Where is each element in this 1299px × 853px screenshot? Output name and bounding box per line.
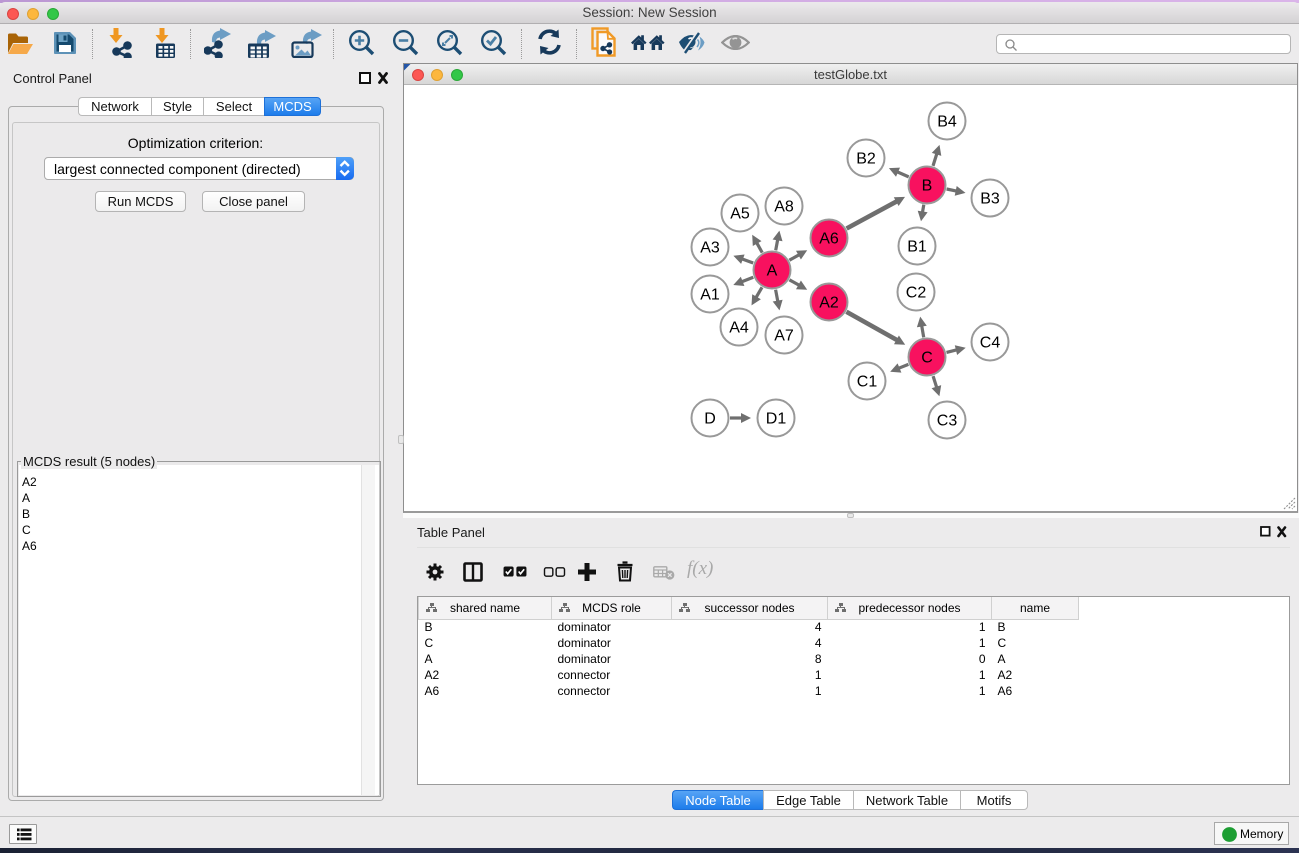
svg-text:A2: A2	[819, 295, 839, 312]
svg-text:B: B	[922, 178, 933, 195]
svg-text:C3: C3	[937, 413, 958, 430]
svg-text:A7: A7	[774, 328, 794, 345]
svg-text:B4: B4	[937, 114, 957, 131]
svg-text:C2: C2	[906, 285, 927, 302]
svg-text:A1: A1	[700, 287, 720, 304]
svg-text:C4: C4	[980, 335, 1001, 352]
svg-text:D1: D1	[766, 411, 787, 428]
svg-text:A4: A4	[729, 320, 749, 337]
svg-text:A8: A8	[774, 199, 794, 216]
svg-text:A5: A5	[730, 206, 750, 223]
svg-text:A6: A6	[819, 231, 839, 248]
svg-text:A3: A3	[700, 240, 720, 257]
svg-text:A: A	[767, 263, 778, 280]
svg-text:D: D	[704, 411, 716, 428]
svg-text:C: C	[921, 350, 933, 367]
svg-text:B2: B2	[856, 151, 876, 168]
svg-text:B3: B3	[980, 191, 1000, 208]
svg-text:C1: C1	[857, 374, 878, 391]
svg-text:B1: B1	[907, 239, 927, 256]
